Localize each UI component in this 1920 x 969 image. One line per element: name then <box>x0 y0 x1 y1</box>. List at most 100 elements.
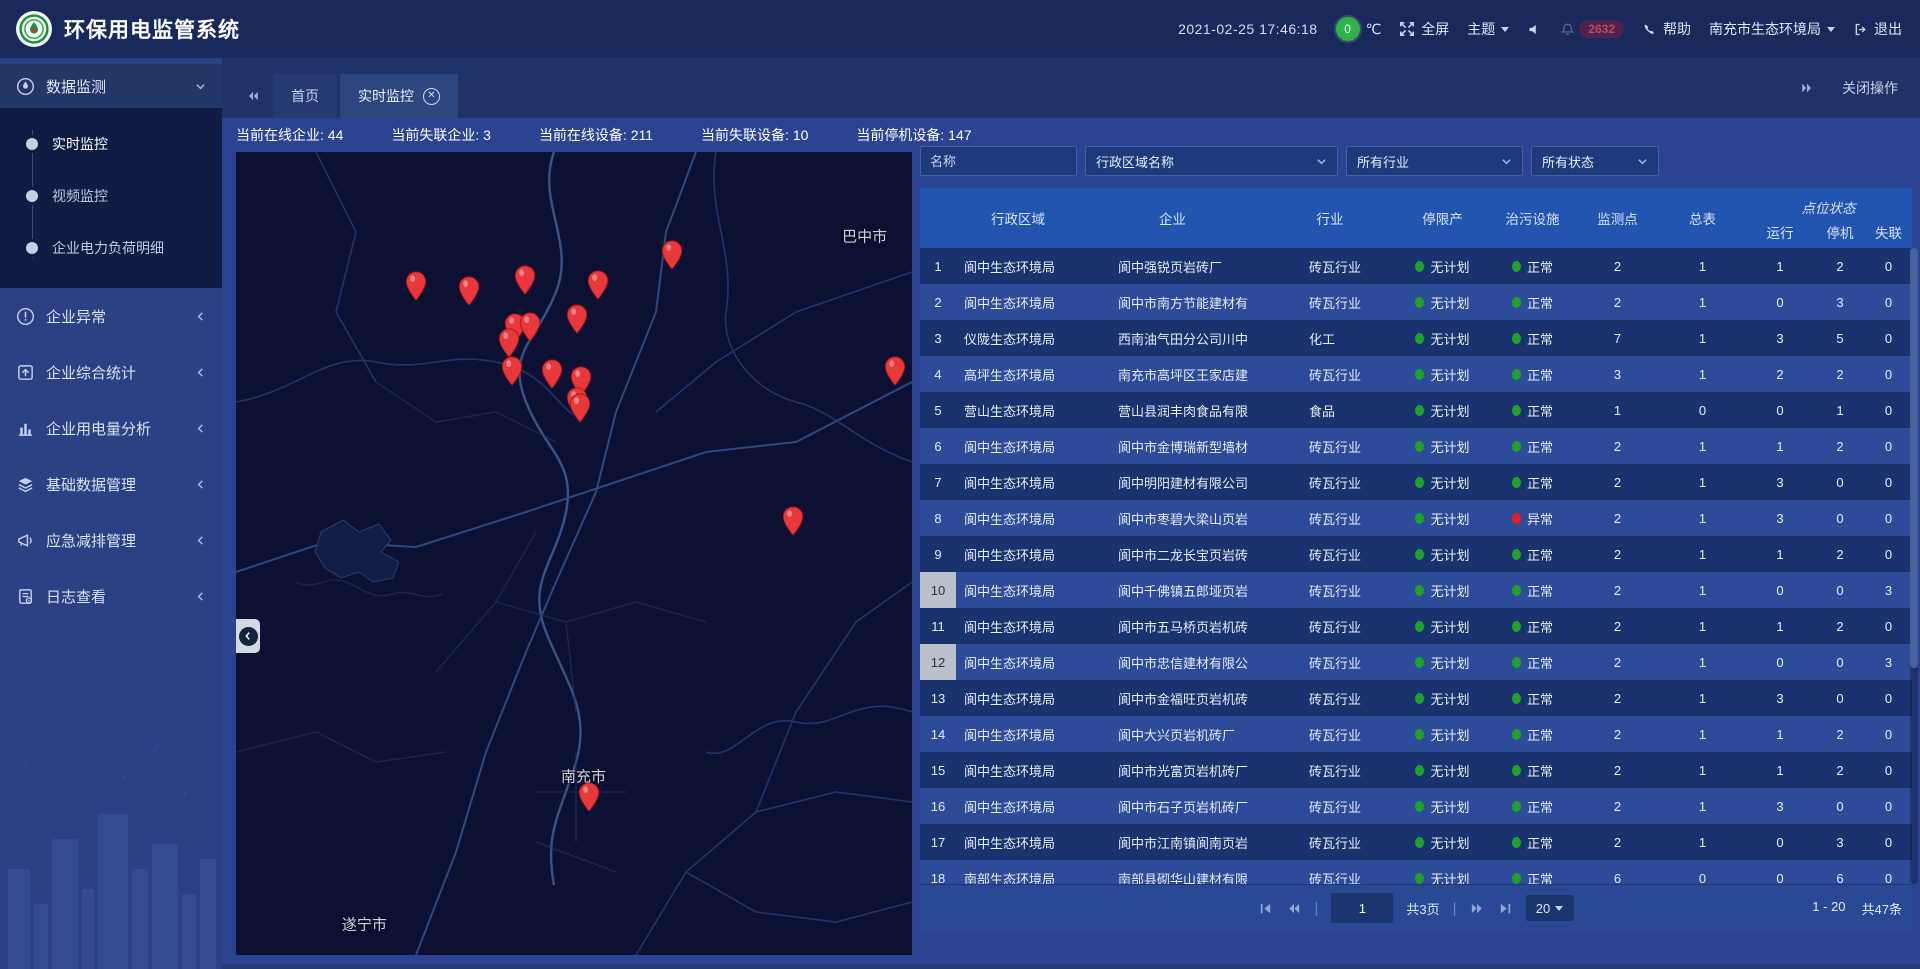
industry-filter-select[interactable]: 所有行业 <box>1346 146 1523 176</box>
sidebar-group-0[interactable]: 数据监测 <box>0 64 222 108</box>
sidebar-item-0-2[interactable]: 企业电力负荷明细 <box>0 222 222 274</box>
cell-production-limit: 无计划 <box>1395 428 1490 464</box>
first-page-button[interactable] <box>1258 901 1273 916</box>
cell-production-limit-label: 无计划 <box>1430 545 1469 564</box>
table-row[interactable]: 9阆中生态环境局阆中市二龙长宝页岩砖砖瓦行业无计划正常21120 <box>920 536 1912 572</box>
table-row[interactable]: 1阆中生态环境局阆中强锐页岩砖厂砖瓦行业无计划正常21120 <box>920 248 1912 284</box>
close-operations-button[interactable]: 关闭操作 <box>1842 78 1898 98</box>
close-icon[interactable]: ✕ <box>423 88 440 105</box>
cell-company: 阆中市忠信建材有限公 <box>1080 644 1265 680</box>
sidebar-group-3[interactable]: 企业用电量分析 <box>0 400 222 456</box>
table-row[interactable]: 7阆中生态环境局阆中明阳建材有限公司砖瓦行业无计划正常21300 <box>920 464 1912 500</box>
table-row[interactable]: 6阆中生态环境局阆中市金博瑞新型墙材砖瓦行业无计划正常21120 <box>920 428 1912 464</box>
next-page-button[interactable] <box>1470 901 1485 916</box>
name-filter-input[interactable] <box>920 146 1077 176</box>
table-row[interactable]: 17阆中生态环境局阆中市江南镇阆南页岩砖瓦行业无计划正常21030 <box>920 824 1912 860</box>
theme-dropdown[interactable]: 主题 <box>1467 19 1509 39</box>
table-row[interactable]: 5营山生态环境局营山县润丰肉食品有限食品无计划正常10010 <box>920 392 1912 428</box>
map-pin-6[interactable] <box>519 312 541 342</box>
table-row[interactable]: 8阆中生态环境局阆中市枣碧大梁山页岩砖瓦行业无计划异常21300 <box>920 500 1912 536</box>
cell-region: 阆中生态环境局 <box>956 716 1080 752</box>
sidebar-submenu: 实时监控视频监控企业电力负荷明细 <box>0 108 222 288</box>
table-row[interactable]: 12阆中生态环境局阆中市忠信建材有限公砖瓦行业无计划正常21003 <box>920 644 1912 680</box>
scrollbar-thumb[interactable] <box>1910 248 1918 668</box>
sidebar-group-4[interactable]: 基础数据管理 <box>0 456 222 512</box>
map-collapse-button[interactable] <box>236 619 260 653</box>
sidebar-group-1[interactable]: 企业异常 <box>0 288 222 344</box>
table-row[interactable]: 15阆中生态环境局阆中市光富页岩机砖厂砖瓦行业无计划正常21120 <box>920 752 1912 788</box>
cell-region: 阆中生态环境局 <box>956 284 1080 320</box>
table-row[interactable]: 3仪陇生态环境局西南油气田分公司川中化工无计划正常71350 <box>920 320 1912 356</box>
sidebar-group-2[interactable]: 企业综合统计 <box>0 344 222 400</box>
sidebar-item-0-0[interactable]: 实时监控 <box>0 118 222 170</box>
map-pin-8[interactable] <box>566 304 588 334</box>
sidebar-group-6[interactable]: 日志查看 <box>0 568 222 624</box>
cell-running: 1 <box>1745 752 1815 788</box>
status-filter-select[interactable]: 所有状态 <box>1531 146 1659 176</box>
table-row[interactable]: 18南部生态环境局南部县砌华山建材有限砖瓦行业无计划正常60060 <box>920 860 1912 884</box>
map-pin-14[interactable] <box>884 356 906 386</box>
cell-production-limit-label: 无计划 <box>1430 401 1469 420</box>
cell-pollution-facility: 正常 <box>1490 644 1575 680</box>
column-header-1: 企业 <box>1080 188 1265 248</box>
sidebar-item-label: 企业电力负荷明细 <box>52 238 164 258</box>
cell-lost: 0 <box>1865 356 1912 392</box>
map-pin-16[interactable] <box>578 782 600 812</box>
table-row[interactable]: 2阆中生态环境局阆中市南方节能建材有砖瓦行业无计划正常21030 <box>920 284 1912 320</box>
cell-total-meters: 1 <box>1660 572 1745 608</box>
sidebar-item-0-1[interactable]: 视频监控 <box>0 170 222 222</box>
status-dot <box>1415 729 1424 740</box>
table-row[interactable]: 11阆中生态环境局阆中市五马桥页岩机砖砖瓦行业无计划正常21120 <box>920 608 1912 644</box>
cell-company: 阆中市五马桥页岩机砖 <box>1080 608 1265 644</box>
cell-region: 仪陇生态环境局 <box>956 320 1080 356</box>
table-row[interactable]: 14阆中生态环境局阆中大兴页岩机砖厂砖瓦行业无计划正常21120 <box>920 716 1912 752</box>
cell-production-limit: 无计划 <box>1395 248 1490 284</box>
map-pin-2[interactable] <box>514 265 536 295</box>
table-row[interactable]: 4高坪生态环境局南充市高坪区王家店建砖瓦行业无计划正常31220 <box>920 356 1912 392</box>
cell-total-meters: 1 <box>1660 608 1745 644</box>
tab-scroll-left-button[interactable] <box>236 74 270 118</box>
cell-total-meters: 1 <box>1660 356 1745 392</box>
org-dropdown[interactable]: 南充市生态环境局 <box>1709 19 1835 39</box>
sidebar-group-5[interactable]: 应急减排管理 <box>0 512 222 568</box>
cell-company: 阆中市光富页岩机砖厂 <box>1080 752 1265 788</box>
map-pin-10[interactable] <box>541 359 563 389</box>
map-panel[interactable]: 巴中市南充市遂宁市 <box>236 152 912 955</box>
last-page-button[interactable] <box>1498 901 1513 916</box>
tab-0[interactable]: 首页 <box>273 74 337 118</box>
page-number-input[interactable] <box>1331 893 1393 923</box>
table-row[interactable]: 16阆中生态环境局阆中市石子页岩机砖厂砖瓦行业无计划正常21300 <box>920 788 1912 824</box>
map-pin-15[interactable] <box>782 506 804 536</box>
mute-button[interactable] <box>1527 22 1542 37</box>
sidebar: 数据监测实时监控视频监控企业电力负荷明细企业异常企业综合统计企业用电量分析基础数… <box>0 58 222 969</box>
notifications-button[interactable]: 2632 <box>1560 20 1624 38</box>
cell-pollution-facility: 正常 <box>1490 716 1575 752</box>
cell-industry: 砖瓦行业 <box>1265 716 1395 752</box>
cell-company: 西南油气田分公司川中 <box>1080 320 1265 356</box>
help-button[interactable]: 帮助 <box>1642 19 1691 39</box>
table-row[interactable]: 10阆中生态环境局阆中千佛镇五郎垭页岩砖瓦行业无计划正常21003 <box>920 572 1912 608</box>
map-pin-7[interactable] <box>498 328 520 358</box>
page-size-select[interactable]: 20 <box>1526 895 1574 921</box>
cell-industry: 砖瓦行业 <box>1265 680 1395 716</box>
map-pin-13[interactable] <box>569 393 591 423</box>
map-pin-0[interactable] <box>405 271 427 301</box>
map-pin-4[interactable] <box>661 240 683 270</box>
prev-page-button[interactable] <box>1286 901 1301 916</box>
cell-industry: 砖瓦行业 <box>1265 608 1395 644</box>
cell-production-limit: 无计划 <box>1395 608 1490 644</box>
map-pin-9[interactable] <box>501 356 523 386</box>
stat-4: 当前停机设备: 147 <box>856 125 971 145</box>
logout-button[interactable]: 退出 <box>1853 19 1902 39</box>
region-filter-select[interactable]: 行政区域名称 <box>1085 146 1338 176</box>
cell-industry: 砖瓦行业 <box>1265 860 1395 884</box>
tab-scroll-right-button[interactable] <box>1800 81 1814 95</box>
map-pin-3[interactable] <box>587 270 609 300</box>
table-scrollbar[interactable] <box>1910 248 1918 884</box>
map-city-label-2: 遂宁市 <box>342 914 387 935</box>
fullscreen-button[interactable]: 全屏 <box>1399 19 1449 39</box>
tab-1[interactable]: 实时监控✕ <box>340 74 458 118</box>
total-count-label: 共47条 <box>1862 899 1902 918</box>
map-pin-1[interactable] <box>458 276 480 306</box>
table-row[interactable]: 13阆中生态环境局阆中市金福旺页岩机砖砖瓦行业无计划正常21300 <box>920 680 1912 716</box>
